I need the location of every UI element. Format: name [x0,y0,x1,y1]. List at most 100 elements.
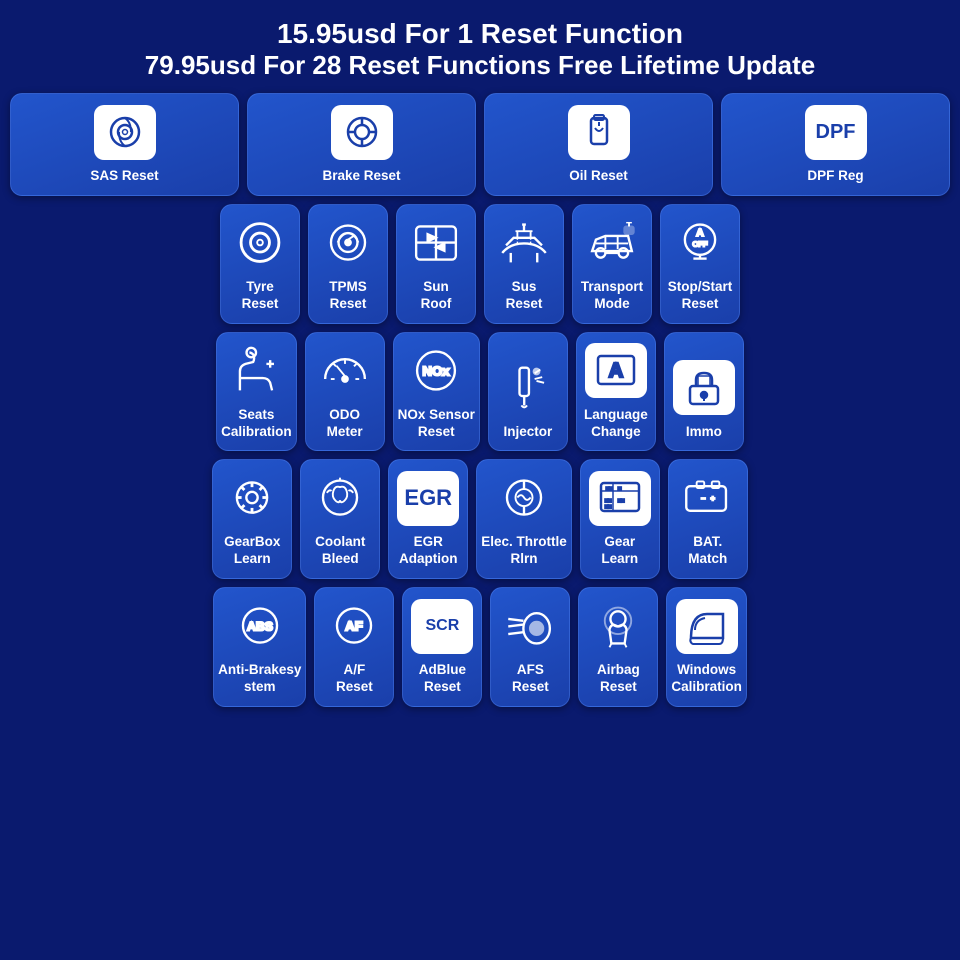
stopstart-icon: A OFF [665,213,735,273]
card-sus-reset[interactable]: SusReset [484,204,564,324]
gearbox-learn-label: GearBoxLearn [224,534,280,568]
af-icon: AF [319,596,389,656]
egr-adaption-label: EGRAdaption [399,534,458,568]
stop-start-reset-label: Stop/StartReset [668,279,733,313]
sun-roof-label: SunRoof [421,279,452,313]
immo-label: Immo [686,424,722,441]
coolant-bleed-label: CoolantBleed [315,534,365,568]
tyre-icon [225,213,295,273]
card-windows-calibration[interactable]: WindowsCalibration [666,587,747,707]
afs-icon [495,596,565,656]
throttle-icon [489,468,559,528]
odo-icon [310,341,380,401]
card-af-reset[interactable]: AF A/FReset [314,587,394,707]
windows-icon [672,596,742,656]
promo-line1: 15.95usd For 1 Reset Function [10,18,950,50]
oil-reset-label: Oil Reset [569,168,628,185]
egr-icon: EGR [393,468,463,528]
card-tyre-reset[interactable]: TyreReset [220,204,300,324]
elec-throttle-label: Elec. ThrottleRlrn [481,534,567,568]
airbag-reset-label: AirbagReset [597,662,640,696]
gearlearn-icon: ■■ ■ ■■ ■■ ■■ [585,468,655,528]
card-immo[interactable]: Immo [664,332,744,452]
card-afs-reset[interactable]: AFSReset [490,587,570,707]
svg-text:■■: ■■ [605,504,611,510]
af-reset-label: A/FReset [336,662,373,696]
abs-label: Anti-Brakesystem [218,662,301,696]
card-brake-reset[interactable]: Brake Reset [247,93,476,196]
card-seats-calibration[interactable]: SeatsCalibration [216,332,297,452]
svg-text:■■: ■■ [618,498,624,504]
windows-calibration-label: WindowsCalibration [671,662,742,696]
language-icon: A [581,341,651,401]
card-transport-mode[interactable]: TransportMode [572,204,652,324]
header: 15.95usd For 1 Reset Function 79.95usd F… [0,0,960,93]
bat-icon [673,468,743,528]
transport-icon [577,213,647,273]
card-nox-sensor-reset[interactable]: NOx NOx SensorReset [393,332,480,452]
svg-text:NOx: NOx [423,363,451,378]
adblue-reset-label: AdBlueReset [419,662,466,696]
row-3: SeatsCalibration ODOMeter [10,332,950,452]
gear-learn-label: GearLearn [601,534,638,568]
bat-match-label: BAT.Match [688,534,727,568]
sus-reset-label: SusReset [506,279,543,313]
svg-text:■: ■ [618,486,621,492]
card-odo-meter[interactable]: ODOMeter [305,332,385,452]
sunroof-icon [401,213,471,273]
language-change-label: LanguageChange [584,407,648,441]
tpms-icon [313,213,383,273]
oil-icon [564,102,634,162]
injector-icon [493,358,563,418]
sas-icon [90,102,160,162]
card-language-change[interactable]: A LanguageChange [576,332,656,452]
coolant-icon [305,468,375,528]
card-stop-start-reset[interactable]: A OFF Stop/StartReset [660,204,740,324]
card-dpf-reg[interactable]: DPF DPF Reg [721,93,950,196]
card-elec-throttle[interactable]: Elec. ThrottleRlrn [476,459,572,579]
sas-reset-label: SAS Reset [90,168,158,185]
promo-line2: 79.95usd For 28 Reset Functions Free Lif… [10,50,950,81]
card-coolant-bleed[interactable]: CoolantBleed [300,459,380,579]
card-oil-reset[interactable]: Oil Reset [484,93,713,196]
card-abs[interactable]: ABS Anti-Brakesystem [213,587,306,707]
card-gearbox-learn[interactable]: GearBoxLearn [212,459,292,579]
card-sas-reset[interactable]: SAS Reset [10,93,239,196]
sus-icon [489,213,559,273]
injector-label: Injector [504,424,553,441]
transport-mode-label: TransportMode [581,279,643,313]
card-tpms-reset[interactable]: TPMSReset [308,204,388,324]
card-sun-roof[interactable]: SunRoof [396,204,476,324]
function-grid: SAS Reset Brake Reset [0,93,960,715]
row-4: GearBoxLearn CoolantBleed EGR EGRAdaptio… [10,459,950,579]
nox-icon: NOx [401,341,471,401]
tyre-reset-label: TyreReset [242,279,279,313]
card-injector[interactable]: Injector [488,332,568,452]
dpf-reg-label: DPF Reg [807,168,863,185]
svg-text:AF: AF [346,618,364,633]
svg-text:■■: ■■ [606,486,612,492]
svg-text:ABS: ABS [247,619,273,633]
tpms-reset-label: TPMSReset [329,279,367,313]
card-airbag-reset[interactable]: AirbagReset [578,587,658,707]
card-egr-adaption[interactable]: EGR EGRAdaption [388,459,468,579]
brake-reset-label: Brake Reset [322,168,400,185]
odo-meter-label: ODOMeter [327,407,363,441]
svg-text:A: A [696,228,704,239]
svg-text:A: A [609,360,623,382]
gearbox-icon [217,468,287,528]
abs-icon: ABS [225,596,295,656]
row-1: SAS Reset Brake Reset [10,93,950,196]
card-bat-match[interactable]: BAT.Match [668,459,748,579]
immo-icon [669,358,739,418]
brake-icon [327,102,397,162]
adblue-icon: SCR [407,596,477,656]
dpf-icon: DPF [801,102,871,162]
afs-reset-label: AFSReset [512,662,549,696]
svg-text:OFF: OFF [692,239,707,248]
card-gear-learn[interactable]: ■■ ■ ■■ ■■ ■■ GearLearn [580,459,660,579]
nox-sensor-reset-label: NOx SensorReset [398,407,475,441]
row-5: ABS Anti-Brakesystem AF A/FReset SCR AdB… [10,587,950,707]
card-adblue-reset[interactable]: SCR AdBlueReset [402,587,482,707]
row-2: TyreReset TPMSReset [10,204,950,324]
